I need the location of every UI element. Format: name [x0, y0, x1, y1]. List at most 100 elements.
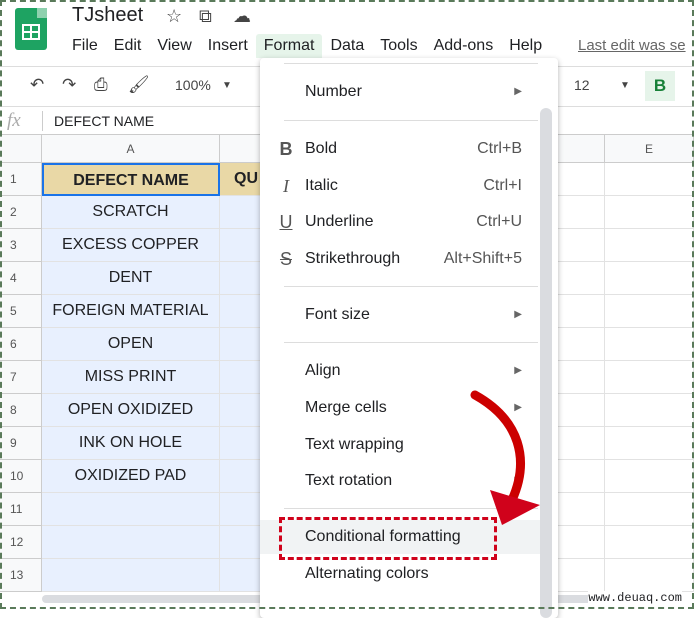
menu-view[interactable]: View: [149, 34, 199, 58]
row-header[interactable]: 4: [0, 262, 42, 295]
undo-icon[interactable]: ↶: [30, 75, 44, 95]
cell-a[interactable]: DEFECT NAME: [42, 163, 220, 196]
menu-item-align[interactable]: Align ▶: [260, 354, 540, 388]
row-header[interactable]: 2: [0, 196, 42, 229]
print-icon[interactable]: ⎙: [94, 75, 108, 95]
menu-item-strikethrough[interactable]: S Strikethrough Alt+Shift+5: [260, 242, 540, 276]
cell[interactable]: [605, 229, 694, 262]
label: Italic: [305, 177, 338, 194]
menu-addons[interactable]: Add-ons: [426, 34, 502, 58]
divider: [42, 111, 43, 131]
cell[interactable]: [605, 163, 694, 196]
menu-scrollbar[interactable]: [540, 108, 552, 618]
row-header[interactable]: 1: [0, 163, 42, 196]
menu-data[interactable]: Data: [322, 34, 372, 58]
bold-icon: B: [279, 139, 293, 159]
submenu-arrow-icon: ▶: [514, 86, 522, 97]
row-header[interactable]: 5: [0, 295, 42, 328]
label: Underline: [305, 213, 374, 230]
cell-a[interactable]: [42, 526, 220, 559]
cell[interactable]: [605, 493, 694, 526]
submenu-arrow-icon: ▶: [514, 309, 522, 320]
menu-insert[interactable]: Insert: [200, 34, 256, 58]
row-header[interactable]: 10: [0, 460, 42, 493]
row-header[interactable]: 12: [0, 526, 42, 559]
cell-a[interactable]: MISS PRINT: [42, 361, 220, 394]
label: Merge cells: [305, 399, 387, 416]
cell[interactable]: [605, 427, 694, 460]
cell[interactable]: [605, 262, 694, 295]
chevron-down-icon[interactable]: ▼: [222, 80, 232, 91]
paint-format-icon[interactable]: 🖌: [128, 75, 150, 95]
cell[interactable]: [605, 559, 694, 592]
menu-format[interactable]: Format: [255, 34, 323, 58]
cell[interactable]: [605, 526, 694, 559]
sheets-logo[interactable]: [15, 8, 47, 50]
submenu-arrow-icon: ▶: [514, 365, 522, 376]
italic-icon: I: [283, 176, 289, 196]
row-header[interactable]: 3: [0, 229, 42, 262]
underline-icon: U: [279, 212, 293, 232]
cell[interactable]: [605, 460, 694, 493]
cell-a[interactable]: [42, 559, 220, 592]
cell-a[interactable]: EXCESS COPPER: [42, 229, 220, 262]
divider: [284, 63, 538, 64]
menu-edit[interactable]: Edit: [106, 34, 150, 58]
cell-a[interactable]: OPEN OXIDIZED: [42, 394, 220, 427]
row-header[interactable]: 13: [0, 559, 42, 592]
last-edit-link[interactable]: Last edit was se: [578, 37, 686, 54]
cell-a[interactable]: INK ON HOLE: [42, 427, 220, 460]
column-header[interactable]: E: [605, 135, 694, 163]
cell-a[interactable]: DENT: [42, 262, 220, 295]
label: Align: [305, 362, 341, 379]
shortcut: Ctrl+U: [476, 213, 522, 230]
menu-file[interactable]: File: [64, 34, 106, 58]
cell[interactable]: [605, 328, 694, 361]
column-header[interactable]: A: [42, 135, 220, 163]
zoom-select[interactable]: 100%: [175, 77, 211, 93]
menu-item-font-size[interactable]: Font size ▶: [260, 298, 540, 332]
row-header[interactable]: 9: [0, 427, 42, 460]
shortcut: Ctrl+B: [477, 140, 522, 157]
row-header[interactable]: 8: [0, 394, 42, 427]
shortcut: Alt+Shift+5: [443, 250, 522, 267]
formula-input[interactable]: DEFECT NAME: [54, 113, 154, 129]
font-size-select[interactable]: 12: [574, 77, 590, 93]
row-header[interactable]: 7: [0, 361, 42, 394]
menu-bar: File Edit View Insert Format Data Tools …: [64, 34, 550, 58]
cell-a[interactable]: OPEN: [42, 328, 220, 361]
row-header[interactable]: 11: [0, 493, 42, 526]
chevron-down-icon[interactable]: ▼: [620, 80, 630, 91]
redo-icon[interactable]: ↷: [62, 75, 76, 95]
fx-icon: fx: [7, 110, 21, 131]
cell[interactable]: [605, 361, 694, 394]
menu-item-bold[interactable]: B Bold Ctrl+B: [260, 132, 540, 166]
cell-a[interactable]: SCRATCH: [42, 196, 220, 229]
menu-item-underline[interactable]: U Underline Ctrl+U: [260, 205, 540, 239]
menu-tools[interactable]: Tools: [372, 34, 425, 58]
menu-help[interactable]: Help: [501, 34, 550, 58]
cell-a[interactable]: OXIDIZED PAD: [42, 460, 220, 493]
cell[interactable]: [605, 196, 694, 229]
star-icon[interactable]: ☆: [166, 6, 182, 27]
divider: [284, 286, 538, 287]
label: Bold: [305, 140, 338, 157]
label: Font size: [305, 306, 370, 323]
select-all-corner[interactable]: [0, 135, 42, 163]
menu-item-alternating-colors[interactable]: Alternating colors: [260, 557, 540, 591]
label: Text rotation: [305, 472, 393, 489]
cell[interactable]: [605, 394, 694, 427]
cell[interactable]: [605, 295, 694, 328]
doc-title[interactable]: TJsheet: [72, 4, 143, 27]
move-folder-icon[interactable]: ⧉: [199, 6, 212, 27]
shortcut: Ctrl+I: [483, 177, 522, 194]
menu-item-italic[interactable]: I Italic Ctrl+I: [260, 169, 540, 203]
cell-a[interactable]: FOREIGN MATERIAL: [42, 295, 220, 328]
cell-a[interactable]: [42, 493, 220, 526]
bold-button[interactable]: B: [645, 71, 675, 101]
label: Text wrapping: [305, 436, 404, 453]
cloud-saved-icon[interactable]: ☁: [233, 6, 251, 27]
label: Strikethrough: [305, 250, 401, 267]
row-header[interactable]: 6: [0, 328, 42, 361]
menu-item-number[interactable]: Number ▶: [260, 75, 540, 109]
